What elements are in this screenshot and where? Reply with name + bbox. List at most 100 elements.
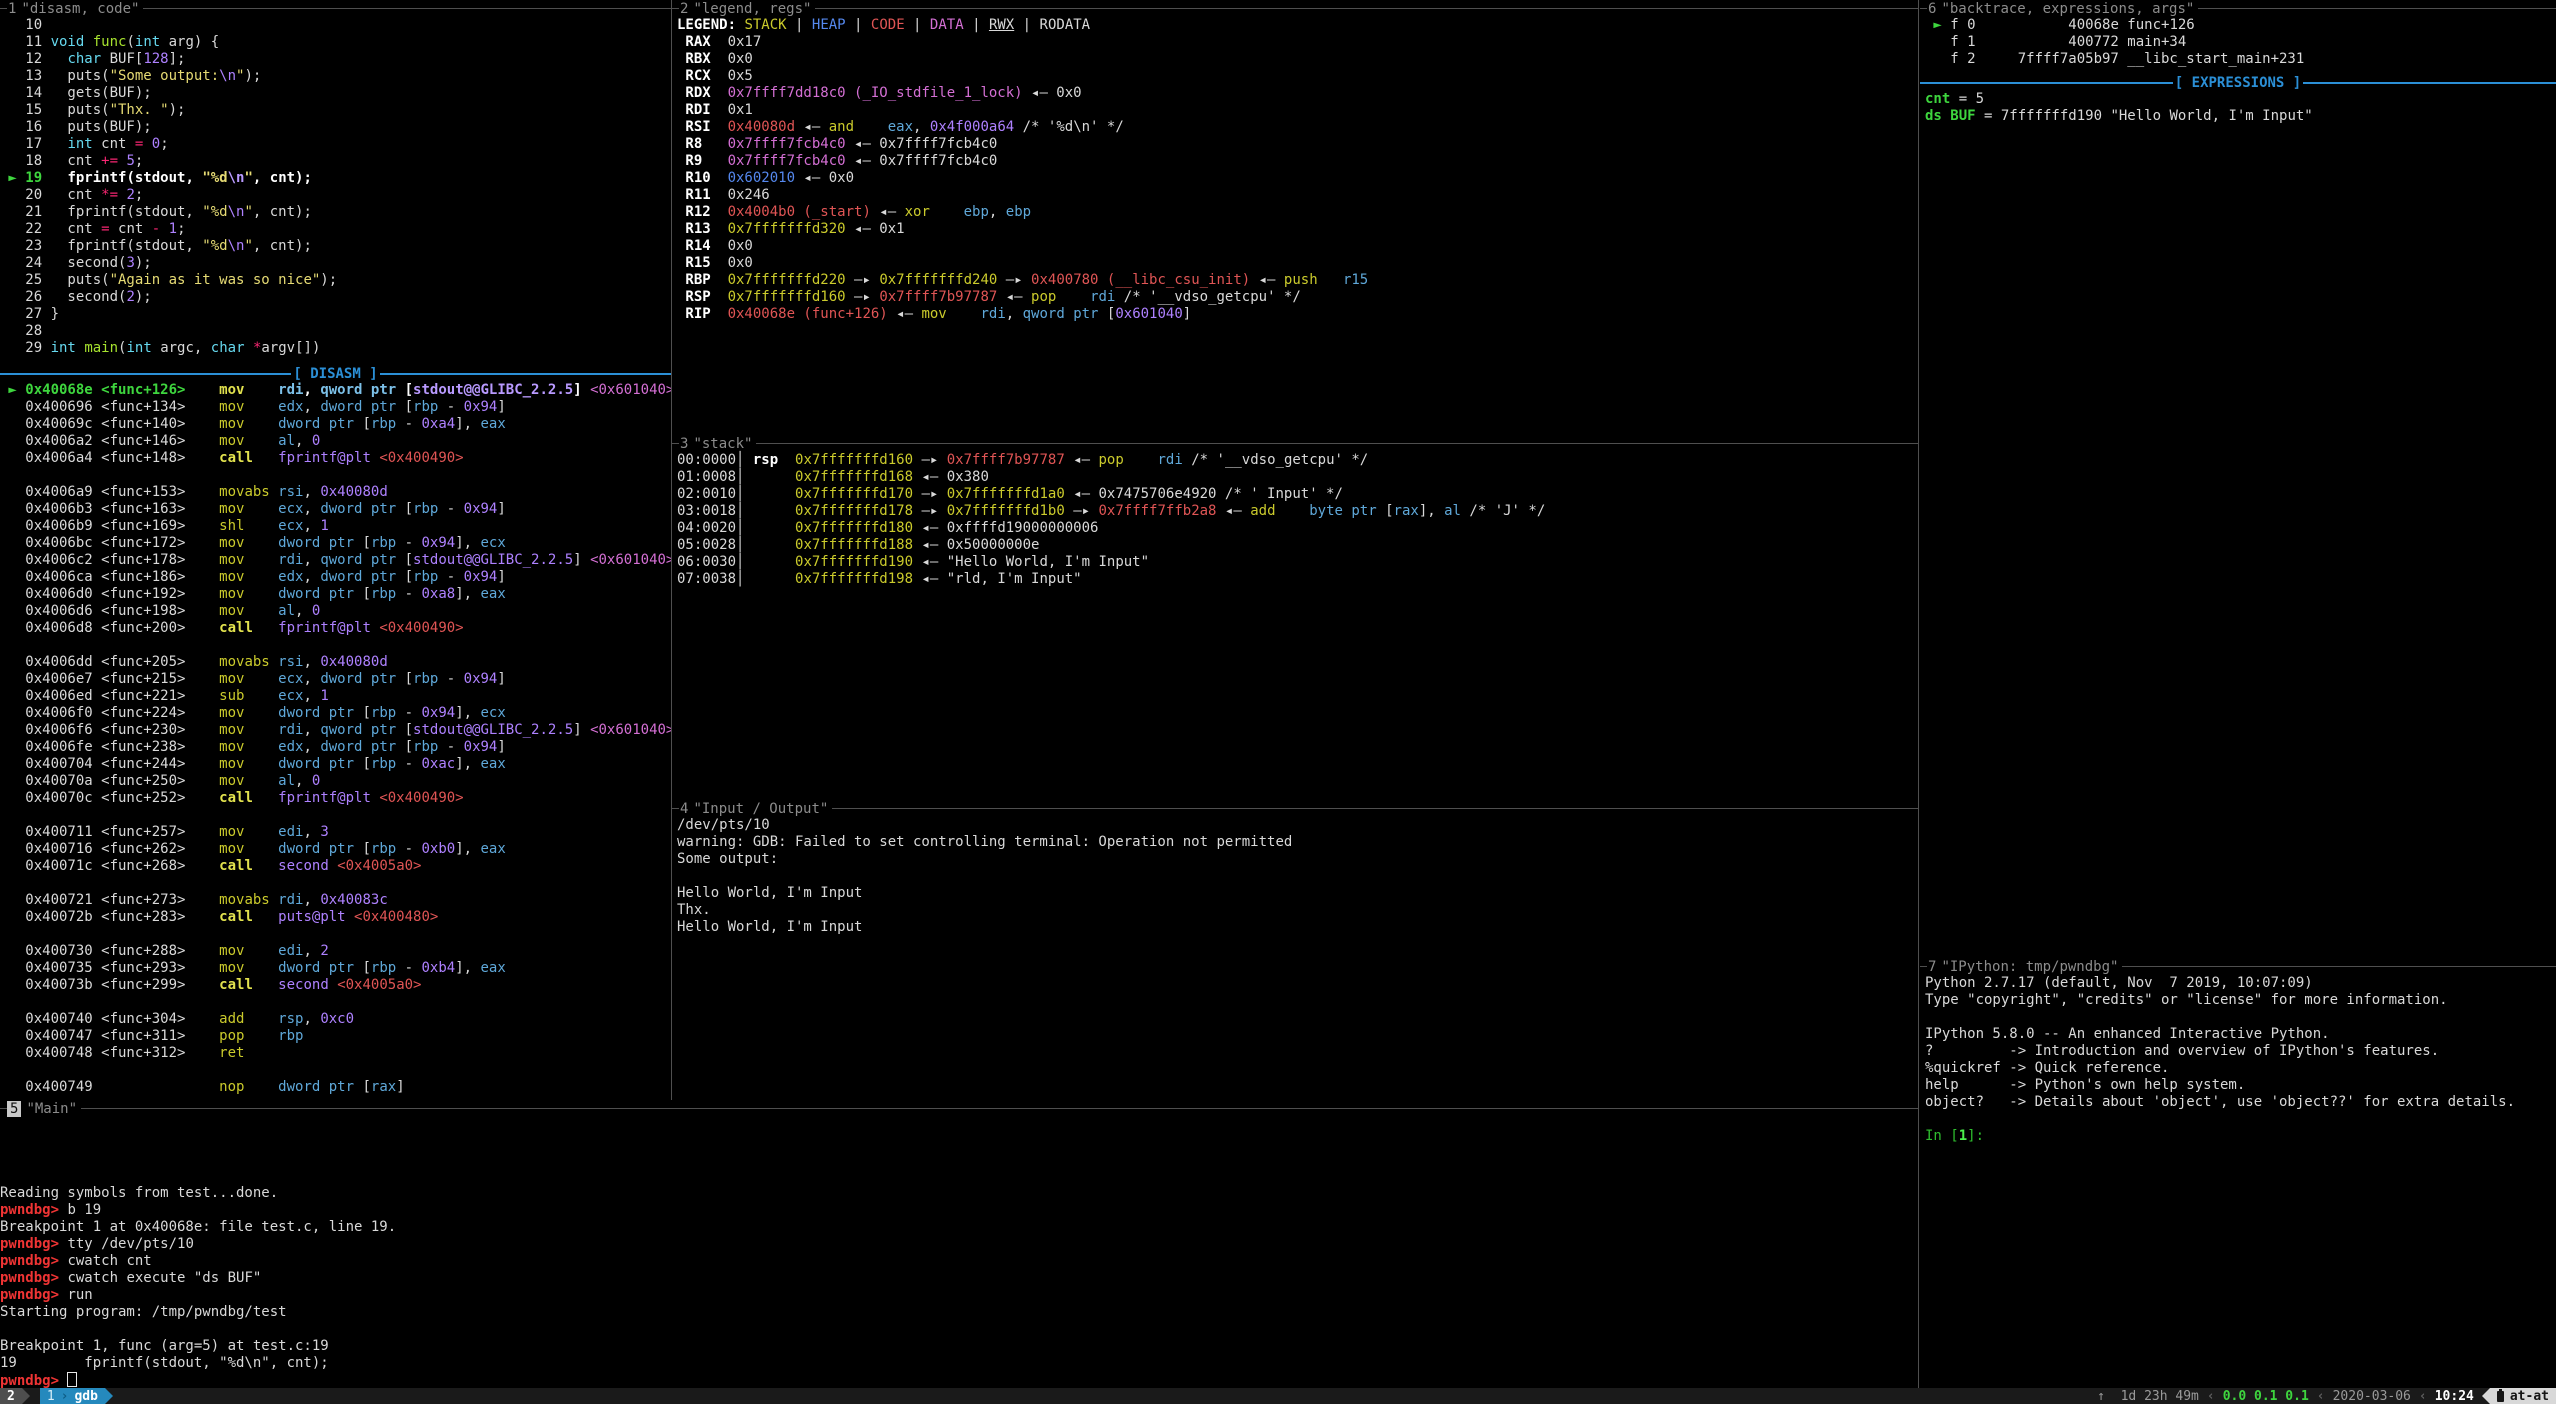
terminal-line: f 2 7ffff7a05b97 __libc_start_main+231 [1925, 51, 2556, 68]
text-segment: shl [219, 518, 278, 534]
text-segment: RDX [677, 85, 728, 101]
text-segment: 0x7ffff7b97787 [879, 289, 997, 305]
text-segment: rbp [371, 705, 396, 721]
pane-ipython[interactable]: 7 "IPython: tmp/pwndbg" Python 2.7.17 (d… [1920, 958, 2556, 1388]
text-segment: , [303, 484, 320, 500]
border-line [832, 808, 1918, 809]
text-segment: , cnt); [253, 204, 312, 220]
text-segment: %quickref -> Quick reference. [1925, 1060, 2169, 1076]
border-line [0, 8, 7, 9]
text-segment: ◂— [888, 306, 922, 322]
text-segment: [ [354, 535, 371, 551]
text-segment: dword ptr [320, 569, 396, 585]
session-name-badge[interactable]: 2 [0, 1388, 22, 1404]
terminal-line: 15 puts("Thx. "); [0, 102, 671, 119]
text-segment: 0x7ffff7fcb4c0 [728, 136, 846, 152]
terminal-line: 0x400716 <func+262> mov dword ptr [rbp -… [0, 841, 671, 858]
text-segment: 0x4006a4 <func+148> [0, 450, 219, 466]
text-segment: dword ptr [320, 399, 396, 415]
border-line [756, 443, 1918, 444]
pane-disasm-code[interactable]: 1 "disasm, code" 10 11 void func(int arg… [0, 0, 671, 1100]
text-segment: pwndbg> [0, 1253, 67, 1269]
window-tab-gdb[interactable]: 1 › gdb [40, 1388, 105, 1404]
terminal-line: 0x4006ed <func+221> sub ecx, 1 [0, 688, 671, 705]
text-segment [778, 452, 795, 468]
pane-legend-regs[interactable]: 2 "legend, regs" LEGEND: STACK | HEAP | … [672, 0, 1918, 435]
pane-border-title: 6 "backtrace, expressions, args" [1920, 0, 2556, 17]
text-segment: ► [1925, 17, 1950, 33]
terminal-line: pwndbg> run [0, 1287, 1918, 1304]
pane-stack[interactable]: 3 "stack" 00:0000│ rsp 0x7fffffffd160 —▸… [672, 435, 1918, 800]
text-segment: arg) { [160, 34, 219, 50]
terminal-line: pwndbg> tty /dev/pts/10 [0, 1236, 1918, 1253]
text-segment: - [396, 841, 421, 857]
text-segment: ecx [278, 501, 303, 517]
text-segment: R8 [677, 136, 728, 152]
terminal-line: R14 0x0 [677, 238, 1918, 255]
text-segment: | [846, 17, 871, 33]
disasm-header-label: [ DISASM ] [291, 366, 379, 382]
text-segment: ] [1183, 306, 1191, 322]
border-line [672, 8, 679, 9]
pane-backtrace-expressions[interactable]: 6 "backtrace, expressions, args" ► f 0 4… [1920, 0, 2556, 958]
text-segment: BUF[ [101, 51, 143, 67]
text-segment: mov [219, 586, 278, 602]
text-segment: ecx [278, 671, 303, 687]
text-segment: 0x4006ed <func+221> [0, 688, 219, 704]
text-segment: RSI [677, 119, 728, 135]
pane-main-gdb[interactable]: 5 "Main" Reading symbols from test...don… [0, 1100, 1918, 1388]
text-segment: [ [396, 501, 413, 517]
terminal-line: R12 0x4004b0 (_start) ◂— xor ebp, ebp [677, 204, 1918, 221]
terminal-line: 13 puts("Some output:\n"); [0, 68, 671, 85]
text-segment: [ [1377, 503, 1394, 519]
border-line [1920, 8, 1927, 9]
text-segment: 29 [0, 340, 51, 356]
text-segment: R12 [677, 204, 728, 220]
text-segment: 10 [0, 17, 42, 33]
text-segment: RIP [677, 306, 728, 322]
text-segment: 0x7fffffffd1a0 [947, 486, 1065, 502]
text-segment: 0x7ffff7fcb4c0 [728, 153, 846, 169]
text-segment: Hello World, I'm Input [677, 919, 862, 935]
text-segment: 0x4006dd <func+205> [0, 654, 219, 670]
terminal-line: 20 cnt *= 2; [0, 187, 671, 204]
terminal-line: RDI 0x1 [677, 102, 1918, 119]
text-segment: HEAP [812, 17, 846, 33]
text-segment: ] [573, 722, 590, 738]
text-segment: [ [354, 960, 371, 976]
text-segment: ] [396, 1079, 404, 1095]
text-segment: DATA [930, 17, 964, 33]
terminal-line [0, 1117, 1918, 1134]
pane-input-output[interactable]: 4 "Input / Output" /dev/pts/10warning: G… [672, 800, 1918, 1100]
text-segment: rdi [980, 306, 1005, 322]
text-segment: 0x4006d0 <func+192> [0, 586, 219, 602]
text-segment: <0x601040> [590, 552, 671, 568]
text-segment: b 19 [67, 1202, 101, 1218]
text-segment: /* '%d\n' */ [1014, 119, 1124, 135]
disasm-section-header: [ DISASM ] [0, 365, 671, 382]
text-segment: 0x7fffffffd190 [795, 554, 913, 570]
status-left: 2 1 › gdb [0, 1388, 113, 1404]
text-segment: 0x400716 <func+262> [0, 841, 219, 857]
text-segment: dword ptr [278, 535, 354, 551]
text-segment: rsp [278, 1011, 303, 1027]
text-segment: [ [354, 586, 371, 602]
text-segment: 15 puts( [0, 102, 110, 118]
text-segment: pop [1031, 289, 1056, 305]
text-segment: 0x7ffff7b97787 [947, 452, 1065, 468]
text-segment: 0x4006c2 <func+178> [0, 552, 219, 568]
text-segment: ds BUF [1925, 108, 1976, 124]
terminal-line: 0x4006c2 <func+178> mov rdi, qword ptr [… [0, 552, 671, 569]
pane-divider-vertical[interactable] [1918, 0, 1919, 1388]
text-segment: ◂— 0x7475706e4920 /* ' Input' */ [1065, 486, 1343, 502]
text-segment: \n [228, 238, 245, 254]
text-segment: fprintf@plt [278, 450, 379, 466]
terminal-line: ? -> Introduction and overview of IPytho… [1925, 1043, 2556, 1060]
text-segment: 0x7fffffffd168 [795, 469, 913, 485]
terminal-line: ► 0x40068e <func+126> mov rdi, qword ptr… [0, 382, 671, 399]
terminal-line: 0x4006d0 <func+192> mov dword ptr [rbp -… [0, 586, 671, 603]
terminal-line: R9 0x7ffff7fcb4c0 ◂— 0x7ffff7fcb4c0 [677, 153, 1918, 170]
text-segment [245, 340, 253, 356]
text-segment: mov [219, 739, 278, 755]
pane-divider-vertical[interactable] [671, 0, 672, 1100]
